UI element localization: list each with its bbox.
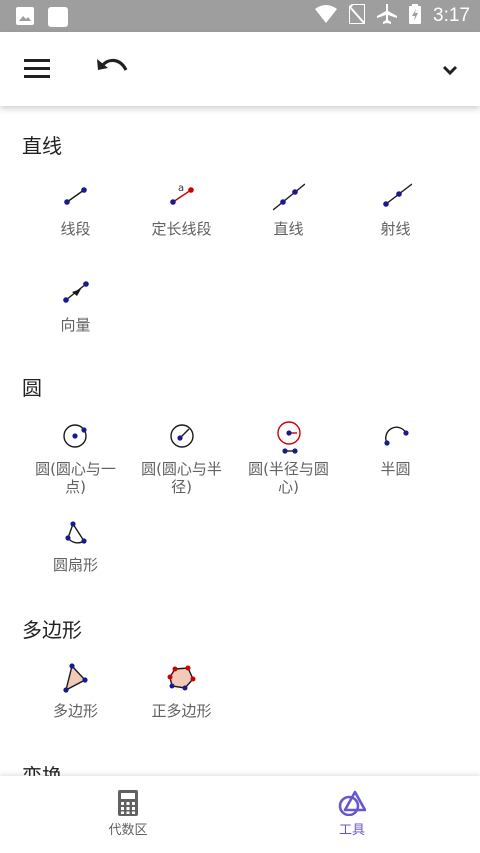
section-title-transform: 变换 [22, 764, 62, 776]
bottom-nav: 代数区 工具 [0, 776, 480, 853]
nav-label-tools: 工具 [338, 823, 365, 838]
tool-segment-fixed-length[interactable]: a 定长线段 [128, 180, 235, 238]
tool-compass[interactable]: 圆(半径与圆 心) [235, 420, 342, 496]
tool-label: 正多边形 [151, 702, 212, 720]
menu-icon[interactable] [24, 58, 50, 82]
wifi-icon [315, 5, 338, 27]
tool-circular-sector[interactable]: 圆扇形 [22, 516, 129, 574]
tool-vector[interactable]: 向量 [22, 276, 129, 334]
tool-regular-polygon[interactable]: 正多边形 [128, 662, 235, 720]
tools-panel: 直线 线段 a 定长线段 直线 射线 向量 圆 圆(圆心与一 点) 圆(圆心与半径… [0, 106, 480, 776]
battery-icon [409, 4, 422, 28]
compass-icon [276, 421, 301, 454]
tool-label: 直线 [273, 220, 304, 238]
tool-label: 圆扇形 [52, 556, 98, 574]
tool-label: 多边形 [52, 702, 98, 720]
airplane-icon [377, 4, 398, 28]
calculator-icon [118, 790, 138, 816]
undo-icon[interactable] [96, 56, 128, 84]
tool-circle-center-point[interactable]: 圆(圆心与一 点) [22, 420, 129, 496]
tool-label: 向量 [60, 316, 91, 334]
tool-semicircle[interactable]: 半圆 [342, 420, 449, 478]
tool-line[interactable]: 直线 [235, 180, 342, 238]
section-title-lines: 直线 [22, 134, 62, 158]
circle-center-radius-icon [169, 424, 194, 448]
section-title-polygons: 多边形 [22, 618, 82, 642]
tools-icon [338, 790, 366, 816]
circle-center-point-icon [62, 424, 87, 448]
tool-label: 圆(圆心与半 径) [141, 460, 222, 496]
sector-icon [64, 521, 87, 544]
semicircle-icon [383, 426, 409, 446]
tool-label: 半圆 [380, 460, 411, 478]
regular-polygon-icon [167, 665, 195, 691]
square-icon [48, 7, 68, 31]
nav-tools[interactable]: 工具 [232, 776, 472, 853]
ray-icon [382, 183, 412, 207]
nav-algebra[interactable]: 代数区 [8, 776, 248, 853]
status-bar: 3:17 [0, 0, 480, 32]
tool-polygon[interactable]: 多边形 [22, 662, 129, 720]
toolbar [0, 32, 480, 106]
tool-ray[interactable]: 射线 [342, 180, 449, 238]
tool-label: 圆(半径与圆 心) [248, 460, 329, 496]
chevron-down-icon[interactable] [442, 62, 458, 81]
tool-label: 线段 [60, 220, 91, 238]
segment-icon [63, 187, 87, 205]
section-title-circles: 圆 [22, 376, 42, 400]
line-icon [272, 183, 305, 211]
tool-circle-center-radius[interactable]: 圆(圆心与半 径) [128, 420, 235, 496]
clock: 3:17 [433, 5, 470, 26]
tool-label: 定长线段 [151, 220, 212, 238]
polygon-icon [62, 663, 88, 693]
tool-label: 圆(圆心与一 点) [35, 460, 116, 496]
tool-segment[interactable]: 线段 [22, 180, 129, 238]
glyph-a: a [178, 183, 184, 194]
nav-label-algebra: 代数区 [108, 823, 148, 838]
vector-icon [62, 281, 89, 303]
image-icon [16, 7, 34, 31]
tool-label: 射线 [380, 220, 411, 238]
fixed-segment-icon: a [169, 183, 194, 205]
no-sim-icon [348, 3, 367, 28]
